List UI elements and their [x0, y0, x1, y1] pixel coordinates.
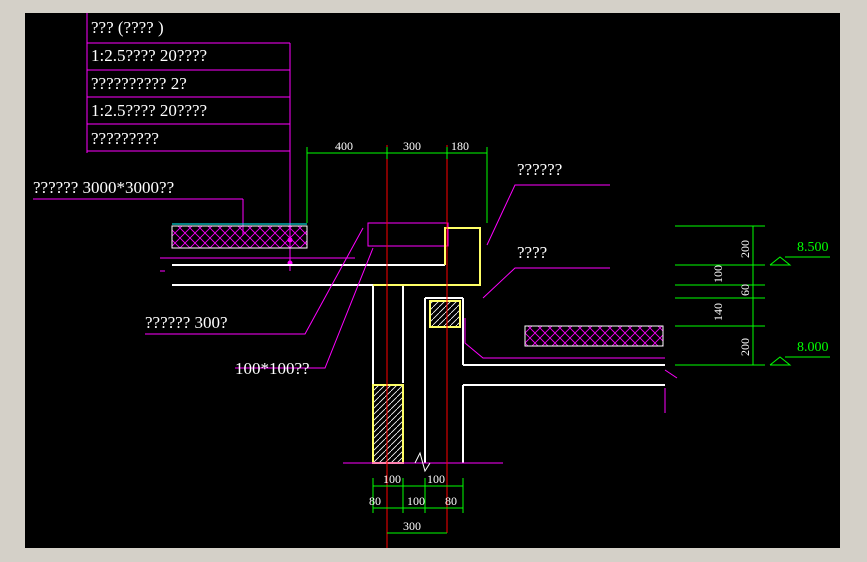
dim-right-100: 100	[711, 265, 725, 283]
dim-bottom-100a: 100	[383, 472, 401, 486]
grid-note-label: ?????? 3000*3000??	[33, 178, 174, 197]
dim-bottom-300: 300	[403, 519, 421, 533]
label-right-mid: ????	[517, 243, 547, 262]
dim-top-180: 180	[451, 139, 469, 153]
dim-bottom-80b: 80	[445, 494, 457, 508]
upstand-beam	[367, 222, 481, 286]
layer-label-3: ?????????? 2?	[91, 74, 187, 93]
column-section	[372, 384, 404, 464]
dimension-top	[306, 147, 488, 223]
dim-right-200a: 200	[738, 240, 752, 258]
elevation-8000: 8.000	[797, 340, 829, 355]
dim-right-140: 140	[711, 303, 725, 321]
dim-right-60: 60	[738, 284, 752, 296]
layer-label-1: ??? (???? )	[91, 18, 164, 37]
label-right-top: ??????	[517, 160, 562, 179]
dim-top-300: 300	[403, 139, 421, 153]
layer-label-2: 1:2.5???? 20????	[91, 46, 207, 65]
detail-drawing: ??? (???? ) 1:2.5???? 20???? ?????????? …	[33, 13, 830, 548]
label-300: ?????? 300?	[145, 313, 228, 332]
dim-right-200b: 200	[738, 338, 752, 356]
insulation-right	[524, 325, 664, 347]
dim-bottom-100c: 100	[407, 494, 425, 508]
beam-section	[429, 300, 461, 328]
dim-bottom-80a: 80	[369, 494, 381, 508]
dim-top-400: 400	[335, 139, 353, 153]
elevation-8500: 8.500	[797, 240, 829, 255]
label-100x100: 100*100??	[235, 359, 310, 378]
insulation-left	[171, 225, 308, 249]
dim-bottom-100b: 100	[427, 472, 445, 486]
axis-lines	[386, 145, 448, 548]
cad-drawing-canvas: ??? (???? ) 1:2.5???? 20???? ?????????? …	[25, 13, 840, 548]
layer-label-4: 1:2.5???? 20????	[91, 101, 207, 120]
layer-label-5: ?????????	[91, 129, 159, 148]
